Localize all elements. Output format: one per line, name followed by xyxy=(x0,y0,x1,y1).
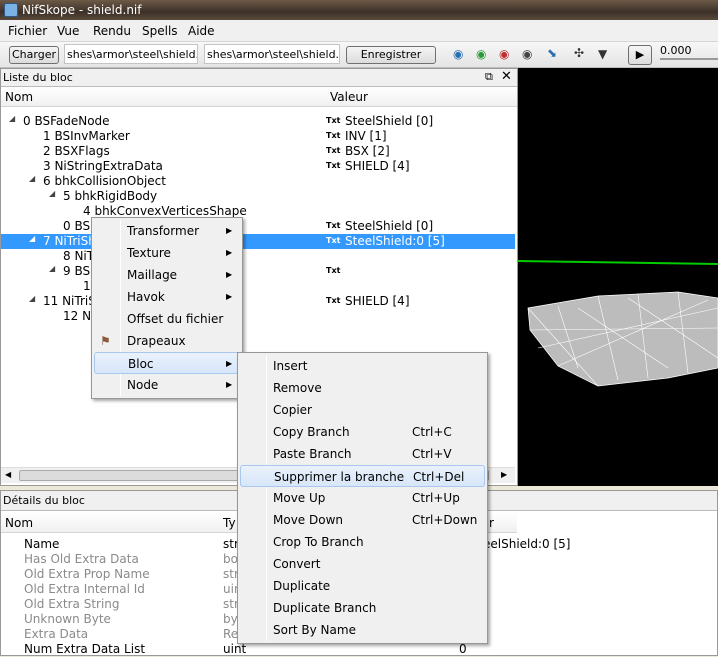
load-button[interactable]: Charger xyxy=(9,46,59,64)
tree-row[interactable]: ◢ 9 BSL Txt xyxy=(1,264,515,279)
tree-row[interactable]: ◢ 5 bhkRigidBody xyxy=(1,189,515,204)
tree-row[interactable]: ◢ 6 bhkCollisionObject xyxy=(1,174,515,189)
submenu-arrow-icon: ▶ xyxy=(226,270,233,279)
submenu-item-move-down[interactable]: Move Down Ctrl+Down xyxy=(240,509,485,531)
anim-time: 0.000 xyxy=(660,44,692,57)
tree-row-selected[interactable]: ◢ 7 NiTriSh Txt SteelShield:0 [5] xyxy=(1,234,515,249)
save-as-button[interactable]: Enregistrer sous xyxy=(346,46,436,77)
eye-icon[interactable]: ◉ xyxy=(453,47,463,61)
save-path-field[interactable]: shes\armor\steel\shield.nif xyxy=(204,44,340,64)
submenu-item-insert[interactable]: Insert xyxy=(240,355,485,377)
block-list-column-header: Nom Valeur xyxy=(1,87,517,107)
menu-bar: Fichier Vue Rendu Spells Aide xyxy=(0,20,718,42)
tree-row[interactable]: 10 xyxy=(1,279,515,294)
details-title: Détails du bloc xyxy=(3,494,85,507)
eye-green-icon[interactable]: ◉ xyxy=(476,47,486,61)
toolbar: Charger shes\armor\steel\shield.nif shes… xyxy=(0,42,718,77)
submenu-item-convert[interactable]: Convert xyxy=(240,553,485,575)
bloc-submenu: Insert Remove Copier Copy Branch Ctrl+C P… xyxy=(237,352,488,644)
submenu-item-paste-branch[interactable]: Paste Branch Ctrl+V xyxy=(240,443,485,465)
tree-row[interactable]: 1 BSInvMarker Txt INV [1] xyxy=(1,129,515,144)
menu-item-node[interactable]: Node ▶ xyxy=(94,374,240,396)
submenu-item-copier[interactable]: Copier xyxy=(240,399,485,421)
render-viewport[interactable] xyxy=(518,68,718,486)
menu-fichier[interactable]: Fichier xyxy=(8,24,47,38)
tree-row[interactable]: 0 BSF Txt SteelShield [0] xyxy=(1,219,515,234)
axes-icon[interactable]: ✣ xyxy=(574,46,584,60)
play-button[interactable]: ▶ xyxy=(628,45,652,65)
submenu-item-duplicate-branch[interactable]: Duplicate Branch xyxy=(240,597,485,619)
pointer-icon[interactable]: ⬊ xyxy=(547,46,557,60)
submenu-arrow-icon: ▶ xyxy=(226,248,233,257)
menu-item-texture[interactable]: Texture ▶ xyxy=(94,242,240,264)
menu-item-havok[interactable]: Havok ▶ xyxy=(94,286,240,308)
tree-row[interactable]: 3 NiStringExtraData Txt SHIELD [4] xyxy=(1,159,515,174)
tree-row[interactable]: 12 Ni xyxy=(1,309,515,324)
col-value[interactable]: Valeur xyxy=(330,90,368,104)
col-name[interactable]: Nom xyxy=(5,516,33,530)
submenu-item-sort-by-name[interactable]: Sort By Name xyxy=(240,619,485,641)
dropdown-icon[interactable]: ▼ xyxy=(598,47,607,61)
submenu-item-duplicate[interactable]: Duplicate xyxy=(240,575,485,597)
title-bar: NifSkope - shield.nif xyxy=(0,0,718,20)
block-list-title: Liste du bloc xyxy=(3,71,73,84)
tree-row[interactable]: ◢ 0 BSFadeNode Txt SteelShield [0] xyxy=(1,114,515,129)
scroll-left-icon[interactable]: ◀ xyxy=(5,470,11,479)
load-path-field[interactable]: shes\armor\steel\shield.nif xyxy=(64,44,198,64)
submenu-item-crop-to-branch[interactable]: Crop To Branch xyxy=(240,531,485,553)
menu-item-drapeaux[interactable]: ⚑ Drapeaux xyxy=(94,330,240,352)
menu-item-transformer[interactable]: Transformer ▶ xyxy=(94,220,240,242)
submenu-arrow-icon: ▶ xyxy=(226,226,233,235)
col-name[interactable]: Nom xyxy=(5,90,33,104)
close-icon[interactable]: ✕ xyxy=(501,69,512,84)
tree-row[interactable]: 2 BSXFlags Txt BSX [2] xyxy=(1,144,515,159)
context-menu: Transformer ▶ Texture ▶ Maillage ▶ Havok ▶ O… xyxy=(91,217,243,399)
submenu-arrow-icon: ▶ xyxy=(226,380,233,389)
menu-spells[interactable]: Spells xyxy=(142,24,178,38)
menu-item-offset[interactable]: Offset du fichier xyxy=(94,308,240,330)
block-list-header: Liste du bloc ⧉ ✕ xyxy=(1,69,517,87)
window-title: NifSkope - shield.nif xyxy=(22,3,142,17)
submenu-item-move-up[interactable]: Move Up Ctrl+Up xyxy=(240,487,485,509)
menu-rendu[interactable]: Rendu xyxy=(93,24,131,38)
anim-slider[interactable] xyxy=(660,58,718,60)
menu-aide[interactable]: Aide xyxy=(188,24,215,38)
app-icon xyxy=(4,3,18,17)
menu-vue[interactable]: Vue xyxy=(57,24,79,38)
menu-item-bloc[interactable]: Bloc ▶ xyxy=(94,352,240,374)
submenu-arrow-icon: ▶ xyxy=(226,292,233,301)
col-type[interactable]: Ty xyxy=(223,516,236,530)
submenu-item-remove[interactable]: Remove xyxy=(240,377,485,399)
mesh-render xyxy=(518,260,718,387)
submenu-item-copy-branch[interactable]: Copy Branch Ctrl+C xyxy=(240,421,485,443)
scroll-right-icon[interactable]: ▶ xyxy=(501,470,507,479)
details-row[interactable]: Num Extra Data List uint 0 xyxy=(1,642,717,657)
submenu-item-supprimer-branche[interactable]: Supprimer la branche Ctrl+Del xyxy=(240,465,485,487)
eye-gray-icon[interactable]: ◉ xyxy=(522,47,532,61)
tree-row[interactable]: ◢ 11 NiTriSh Txt SHIELD [4] xyxy=(1,294,515,309)
eye-red-icon[interactable]: ◉ xyxy=(499,47,509,61)
tree-row[interactable]: 8 NiT xyxy=(1,249,515,264)
submenu-arrow-icon: ▶ xyxy=(226,359,233,368)
flag-icon: ⚑ xyxy=(100,334,111,348)
tree-row[interactable]: 4 bhkConvexVerticesShape xyxy=(1,204,515,219)
col-value[interactable]: r xyxy=(489,516,494,530)
menu-item-maillage[interactable]: Maillage ▶ xyxy=(94,264,240,286)
float-icon[interactable]: ⧉ xyxy=(485,70,493,84)
